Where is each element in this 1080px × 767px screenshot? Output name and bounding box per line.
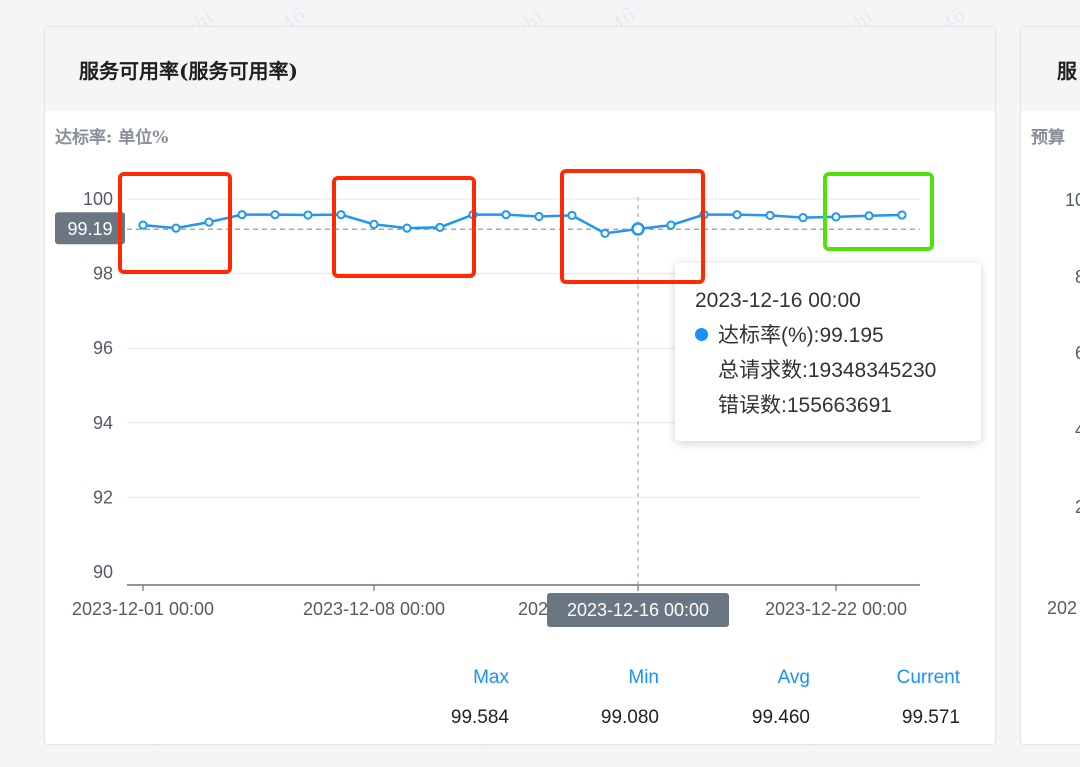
budget-y-tick: 6 xyxy=(1075,343,1080,364)
data-point xyxy=(534,211,544,222)
budget-x-tick: 202 xyxy=(1047,598,1078,618)
data-point xyxy=(237,210,247,220)
availability-card: 服务可用率(服务可用率) 达标率: 单位% 100 98 96 94 92 90 2023… xyxy=(44,26,996,745)
tooltip: 2023-12-16 00:00 达标率(%):99.195 总请求数:1934… xyxy=(675,263,981,441)
stat-current-value: 99.571 xyxy=(901,707,960,728)
tooltip-rate: 达标率(%):99.195 xyxy=(695,318,981,353)
budget-y-tick: 2 xyxy=(1075,497,1080,518)
budget-unit-label: 预算 xyxy=(1031,128,1065,148)
stat-max-label: Max xyxy=(473,667,509,688)
data-point xyxy=(303,210,313,220)
data-point xyxy=(732,210,742,220)
y-tick-label: 96 xyxy=(93,338,113,358)
budget-card-title: 服 xyxy=(1021,27,1080,111)
tooltip-rate-text: 达标率(%):99.195 xyxy=(718,324,884,347)
x-tick-label: 2023-12-01 00:00 xyxy=(72,599,214,619)
highlight-box-red xyxy=(118,172,232,274)
y-tick-label: 100 xyxy=(83,189,113,209)
data-point xyxy=(270,210,280,220)
highlight-box-red xyxy=(332,176,476,278)
y-tick-label: 98 xyxy=(93,264,113,284)
data-point xyxy=(798,213,808,223)
highlight-box-red xyxy=(560,169,705,284)
tooltip-title: 2023-12-16 00:00 xyxy=(695,289,861,312)
reference-value-label: 99.19 xyxy=(55,212,125,245)
budget-y-tick: 4 xyxy=(1075,420,1080,441)
stat-current-label: Current xyxy=(896,667,960,688)
series-color-dot xyxy=(695,328,708,341)
budget-card: 服 预算 10 8 6 4 2 202 xyxy=(1020,26,1080,745)
stat-min-label: Min xyxy=(628,667,659,688)
stat-avg-value: 99.460 xyxy=(751,707,810,728)
data-point xyxy=(501,210,511,220)
stat-max-value: 99.584 xyxy=(450,707,509,728)
crosshair-x-label: 2023-12-16 00:00 xyxy=(547,593,729,627)
y-tick-label: 92 xyxy=(93,487,113,507)
data-point xyxy=(765,210,775,221)
highlight-box-green xyxy=(823,172,934,251)
budget-y-tick: 10 xyxy=(1065,190,1080,210)
y-axis-ticks: 100 98 96 94 92 90 xyxy=(83,189,113,582)
stat-avg-label: Avg xyxy=(777,667,810,688)
x-tick-label: 2023-12-22 00:00 xyxy=(765,599,907,619)
y-tick-label: 94 xyxy=(93,413,113,433)
y-tick-label: 90 xyxy=(93,562,113,582)
budget-y-tick: 8 xyxy=(1075,267,1080,288)
reference-value-text: 99.19 xyxy=(67,219,112,239)
stat-min-value: 99.080 xyxy=(600,707,659,728)
stats-summary: Max 99.584 Min 99.080 Avg 99.460 Current… xyxy=(45,667,995,737)
tooltip-total-requests: 总请求数:19348345230 xyxy=(718,359,937,382)
x-tick-label: 2023-12-08 00:00 xyxy=(303,599,445,619)
series-line xyxy=(142,213,903,235)
crosshair-label-text: 2023-12-16 00:00 xyxy=(567,600,709,620)
x-axis-ticks: 2023-12-01 00:00 2023-12-08 00:00 2023-12-… xyxy=(72,585,907,619)
tooltip-errors: 错误数:155663691 xyxy=(718,394,892,417)
